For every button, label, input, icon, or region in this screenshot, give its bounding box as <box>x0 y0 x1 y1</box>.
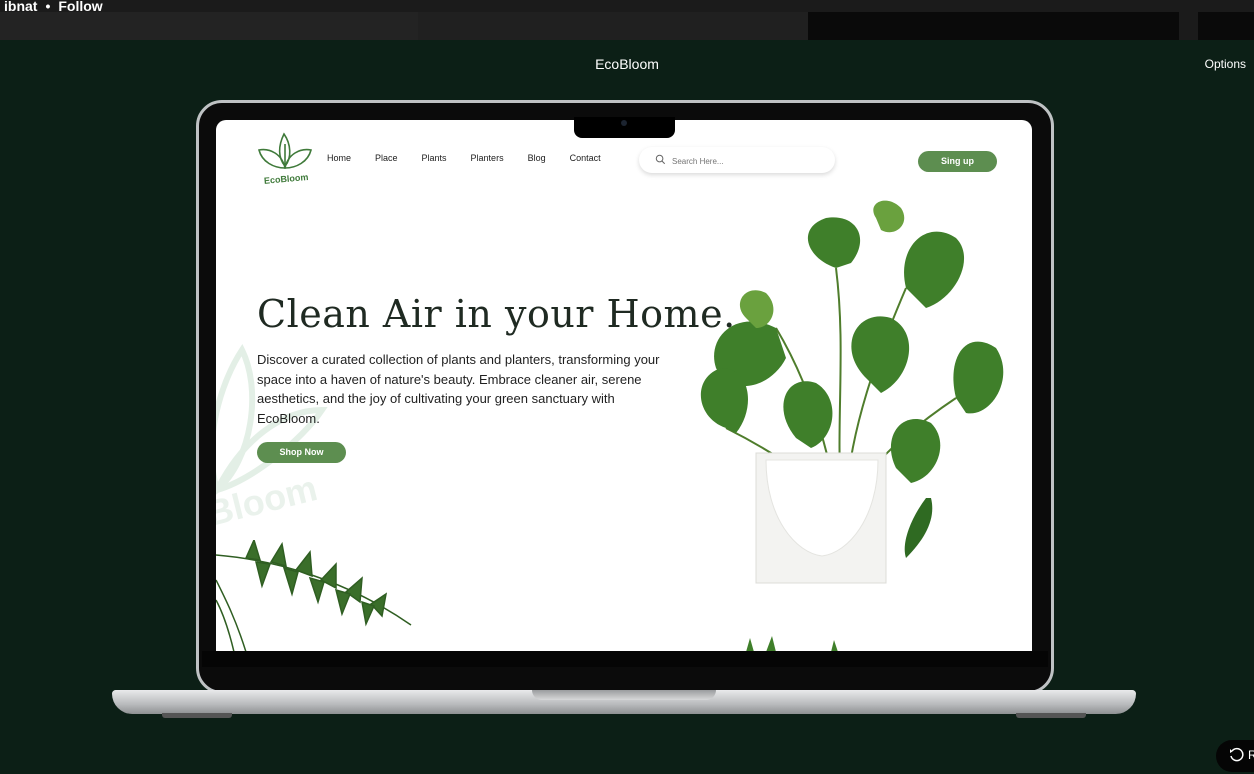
hero-title: Clean Air in your Home. <box>257 292 736 336</box>
laptop-base-notch <box>532 690 716 700</box>
main-nav: Home Place Plants Planters Blog Contact <box>327 153 625 163</box>
hero-description: Discover a curated collection of plants … <box>257 352 660 426</box>
search-input[interactable] <box>670 152 824 170</box>
camera-icon <box>621 120 627 126</box>
website-screen: EcoBloom Home Place Plants Planters Blog… <box>216 120 1032 651</box>
search-box[interactable] <box>639 147 835 173</box>
nav-plants[interactable]: Plants <box>422 153 447 163</box>
nav-home[interactable]: Home <box>327 153 351 163</box>
thumbnail-strip-2[interactable] <box>418 12 808 40</box>
shot-title: EcoBloom <box>595 56 659 72</box>
nav-planters[interactable]: Planters <box>471 153 504 163</box>
logo-wordmark: EcoBloom <box>264 172 309 186</box>
thumbnail-strip-1[interactable] <box>0 12 418 40</box>
restart-label: R <box>1248 748 1254 762</box>
nav-contact[interactable]: Contact <box>570 153 601 163</box>
nav-place[interactable]: Place <box>375 153 398 163</box>
restart-icon <box>1230 747 1244 762</box>
viewer-topbar: ibnat • Follow <box>0 0 1254 40</box>
thumbnail-strip-4[interactable] <box>1198 12 1254 40</box>
author-name[interactable]: ibnat <box>4 0 37 14</box>
screen-bezel-bottom <box>202 651 1048 667</box>
author-line: ibnat • Follow <box>4 0 103 14</box>
shop-now-button[interactable]: Shop Now <box>257 442 346 463</box>
separator-dot: • <box>45 0 51 14</box>
small-plant-sprig <box>746 636 838 651</box>
restart-button[interactable]: R <box>1216 740 1254 772</box>
search-icon <box>655 154 666 165</box>
monstera-plant-image <box>700 200 1004 584</box>
options-button[interactable]: Options <box>1205 57 1246 71</box>
thumbnail-strip-3[interactable] <box>808 12 1179 40</box>
signup-button[interactable]: Sing up <box>918 151 997 172</box>
palm-leaf-image <box>216 540 412 651</box>
ecobloom-logo[interactable]: EcoBloom <box>256 130 314 186</box>
laptop-foot-left <box>162 713 232 718</box>
laptop-foot-right <box>1016 713 1086 718</box>
nav-blog[interactable]: Blog <box>528 153 546 163</box>
follow-button[interactable]: Follow <box>58 0 102 14</box>
